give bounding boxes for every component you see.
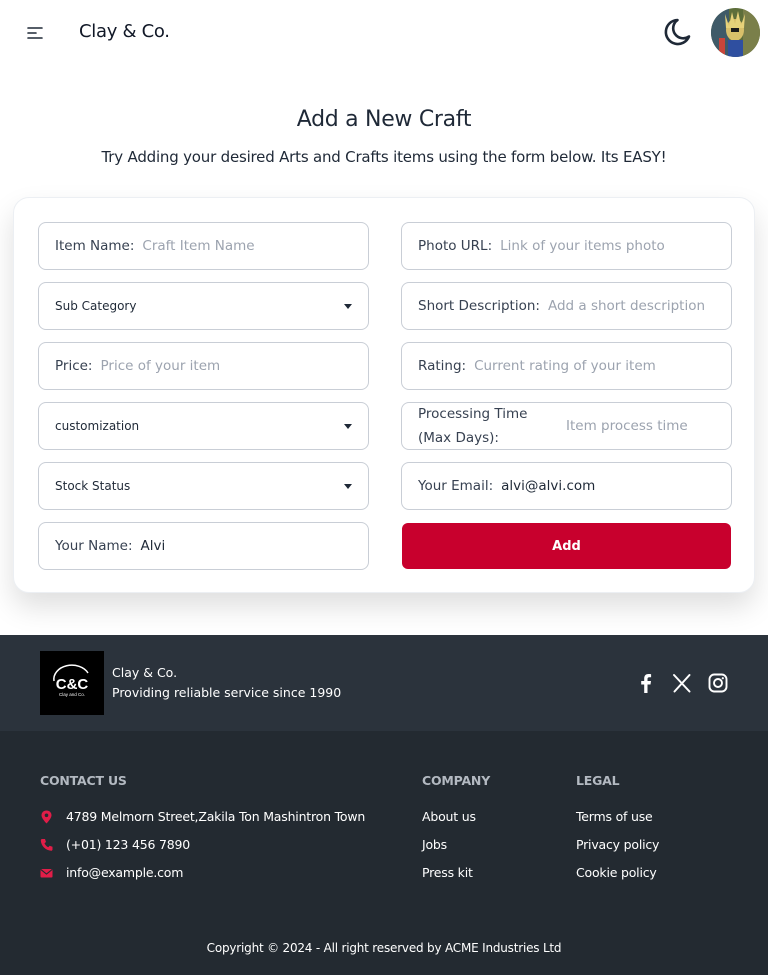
short-description-label: Short Description: [418, 298, 540, 314]
short-description-field[interactable]: Short Description: Add a short descripti… [401, 282, 732, 330]
mail-icon [40, 868, 53, 877]
contact-heading: CONTACT US [40, 773, 127, 788]
processing-time-label: Processing Time (Max Days): [418, 406, 528, 446]
rating-input[interactable]: Current rating of your item [474, 358, 656, 374]
sub-category-select[interactable]: Sub Category [38, 282, 369, 330]
item-name-field[interactable]: Item Name: Craft Item Name [38, 222, 369, 270]
footer-tagline: Providing reliable service since 1990 [112, 685, 342, 700]
caret-down-icon [344, 423, 352, 429]
add-button[interactable]: Add [402, 523, 731, 569]
link-cookie-policy[interactable]: Cookie policy [576, 865, 657, 880]
link-about-us[interactable]: About us [422, 809, 476, 824]
link-terms-of-use[interactable]: Terms of use [576, 809, 653, 824]
company-heading: COMPANY [422, 773, 491, 788]
moon-icon[interactable] [662, 14, 698, 50]
photo-url-label: Photo URL: [418, 238, 493, 254]
page-title: Add a New Craft [296, 107, 472, 132]
photo-url-field[interactable]: Photo URL: Link of your items photo [401, 222, 732, 270]
address-text: 4789 Melmorn Street,Zakila Ton Mashintro… [66, 809, 366, 824]
email-input[interactable]: alvi@alvi.com [501, 478, 595, 494]
email-field[interactable]: Your Email: alvi@alvi.com [401, 462, 732, 510]
page-subtitle: Try Adding your desired Arts and Crafts … [101, 148, 667, 166]
link-press-kit[interactable]: Press kit [422, 865, 473, 880]
avatar[interactable] [711, 8, 760, 57]
stock-status-select[interactable]: Stock Status [38, 462, 369, 510]
photo-url-input[interactable]: Link of your items photo [500, 238, 665, 254]
navbar: Clay & Co. [0, 0, 768, 66]
menu-icon[interactable] [24, 22, 46, 44]
add-craft-form: Item Name: Craft Item Name Photo URL: Li… [13, 197, 755, 593]
price-input[interactable]: Price of your item [100, 358, 220, 374]
phone-text: (+01) 123 456 7890 [66, 837, 190, 852]
name-field[interactable]: Your Name: Alvi [38, 522, 369, 570]
email-text: info@example.com [66, 865, 184, 880]
footer-logo: C&C Clay and Co. [40, 651, 104, 715]
name-label: Your Name: [55, 538, 133, 554]
x-icon[interactable] [671, 672, 693, 694]
legal-heading: LEGAL [576, 773, 620, 788]
price-field[interactable]: Price: Price of your item [38, 342, 369, 390]
item-name-label: Item Name: [55, 238, 135, 254]
svg-text:C&C: C&C [56, 676, 89, 693]
location-pin-icon [41, 810, 52, 823]
footer-links: CONTACT US 4789 Melmorn Street,Zakila To… [0, 731, 768, 975]
link-privacy-policy[interactable]: Privacy policy [576, 837, 659, 852]
brand-name[interactable]: Clay & Co. [79, 21, 170, 42]
customization-value: customization [55, 419, 140, 433]
name-input[interactable]: Alvi [141, 538, 166, 554]
instagram-icon[interactable] [707, 672, 729, 694]
sub-category-value: Sub Category [55, 299, 137, 313]
footer-brand-name: Clay & Co. [112, 665, 178, 680]
contact-email: info@example.com [40, 865, 183, 880]
contact-address: 4789 Melmorn Street,Zakila Ton Mashintro… [40, 809, 365, 824]
stock-status-value: Stock Status [55, 479, 131, 493]
caret-down-icon [344, 303, 352, 309]
svg-text:Clay and Co.: Clay and Co. [59, 692, 85, 697]
item-name-input[interactable]: Craft Item Name [142, 238, 254, 254]
processing-time-input[interactable]: Item process time [566, 418, 688, 434]
customization-select[interactable]: customization [38, 402, 369, 450]
rating-field[interactable]: Rating: Current rating of your item [401, 342, 732, 390]
price-label: Price: [55, 358, 93, 374]
short-description-input[interactable]: Add a short description [548, 298, 705, 314]
caret-down-icon [344, 483, 352, 489]
link-jobs[interactable]: Jobs [422, 837, 447, 852]
rating-label: Rating: [418, 358, 467, 374]
phone-icon [40, 838, 53, 851]
contact-phone: (+01) 123 456 7890 [40, 837, 190, 852]
footer-brand-bar: C&C Clay and Co. Clay & Co. Providing re… [0, 635, 768, 731]
facebook-icon[interactable] [635, 672, 657, 694]
email-label: Your Email: [418, 478, 494, 494]
copyright: Copyright © 2024 - All right reserved by… [206, 941, 562, 955]
processing-time-field[interactable]: Processing Time (Max Days): Item process… [401, 402, 732, 450]
